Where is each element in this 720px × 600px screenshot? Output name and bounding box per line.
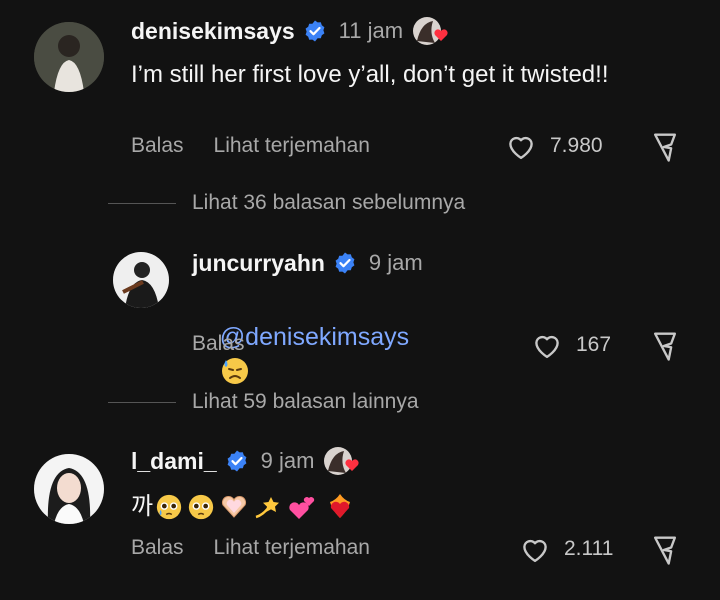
share-icon[interactable] [650,131,680,163]
two-hearts-emoji-icon [289,496,315,519]
like-button[interactable]: 167 [532,330,611,360]
like-button[interactable]: 2.111 [520,534,613,564]
heart-hands-emoji-icon [222,495,247,518]
see-translation-button[interactable]: Lihat terjemahan [214,536,370,560]
like-count: 2.111 [564,537,614,560]
avatar[interactable] [113,252,169,308]
divider-line [108,202,176,204]
like-count: 7.980 [550,134,603,157]
comment-header: juncurryahn 9 jam [192,246,423,280]
username[interactable]: juncurryahn [192,250,325,277]
heart-outline-icon [523,539,547,563]
view-more-replies[interactable]: Lihat 59 balasan lainnya [108,387,419,417]
timestamp: 9 jam [260,448,315,473]
reply-juncurryahn: juncurryahn 9 jam @denisekimsays Balas 1… [0,230,720,385]
avatar[interactable] [34,22,104,92]
timestamp: 11 jam [338,18,404,43]
share-icon[interactable] [650,534,680,566]
comment-header: denisekimsays 11 jam [131,14,455,48]
verified-badge-icon [305,20,325,42]
view-more-label: Lihat 59 balasan lainnya [192,390,419,413]
reply-button[interactable]: Balas [131,134,184,158]
timestamp: 9 jam [368,250,423,275]
view-previous-replies[interactable]: Lihat 36 balasan sebelumnya [108,188,465,218]
username[interactable]: denisekimsays [131,18,295,45]
see-translation-button[interactable]: Lihat terjemahan [214,134,370,158]
view-previous-label: Lihat 36 balasan sebelumnya [192,191,466,214]
like-button[interactable]: 7.980 [506,131,603,161]
pleading-tear-emoji-icon [156,494,182,519]
username[interactable]: l_dami_ [131,448,217,475]
verified-badge-icon [227,450,247,472]
sweat-emoji-icon [221,358,248,385]
reply-button[interactable]: Balas [131,536,184,560]
comment-text: 까 [131,490,355,523]
comment-header: l_dami_ 9 jam [131,444,366,478]
comment-actions: Balas Lihat terjemahan [131,534,400,562]
comment-actions: Balas [192,330,275,358]
avatar[interactable] [34,454,104,524]
heart-outline-icon [509,136,533,160]
verified-badge-icon [335,252,355,274]
heart-outline-icon [535,335,559,359]
comment-l-dami: l_dami_ 9 jam 까 Balas Lihat terjemahan 2… [0,430,720,600]
dizzy-emoji-icon [255,496,280,518]
like-count: 167 [576,333,612,356]
pleading-emoji-icon [188,494,214,519]
comment-denisekimsays: denisekimsays 11 jam I’m still her first… [0,0,720,190]
reply-button[interactable]: Balas [192,332,245,356]
comment-text-korean: 까 [131,493,154,520]
comment-actions: Balas Lihat terjemahan [131,132,400,160]
share-icon[interactable] [650,330,680,362]
heart-on-fire-emoji-icon [330,493,351,518]
divider-line [108,401,176,403]
creator-liked-icon [411,15,455,47]
comment-text: I’m still her first love y’all, don’t ge… [131,61,609,88]
creator-liked-icon [322,445,366,477]
